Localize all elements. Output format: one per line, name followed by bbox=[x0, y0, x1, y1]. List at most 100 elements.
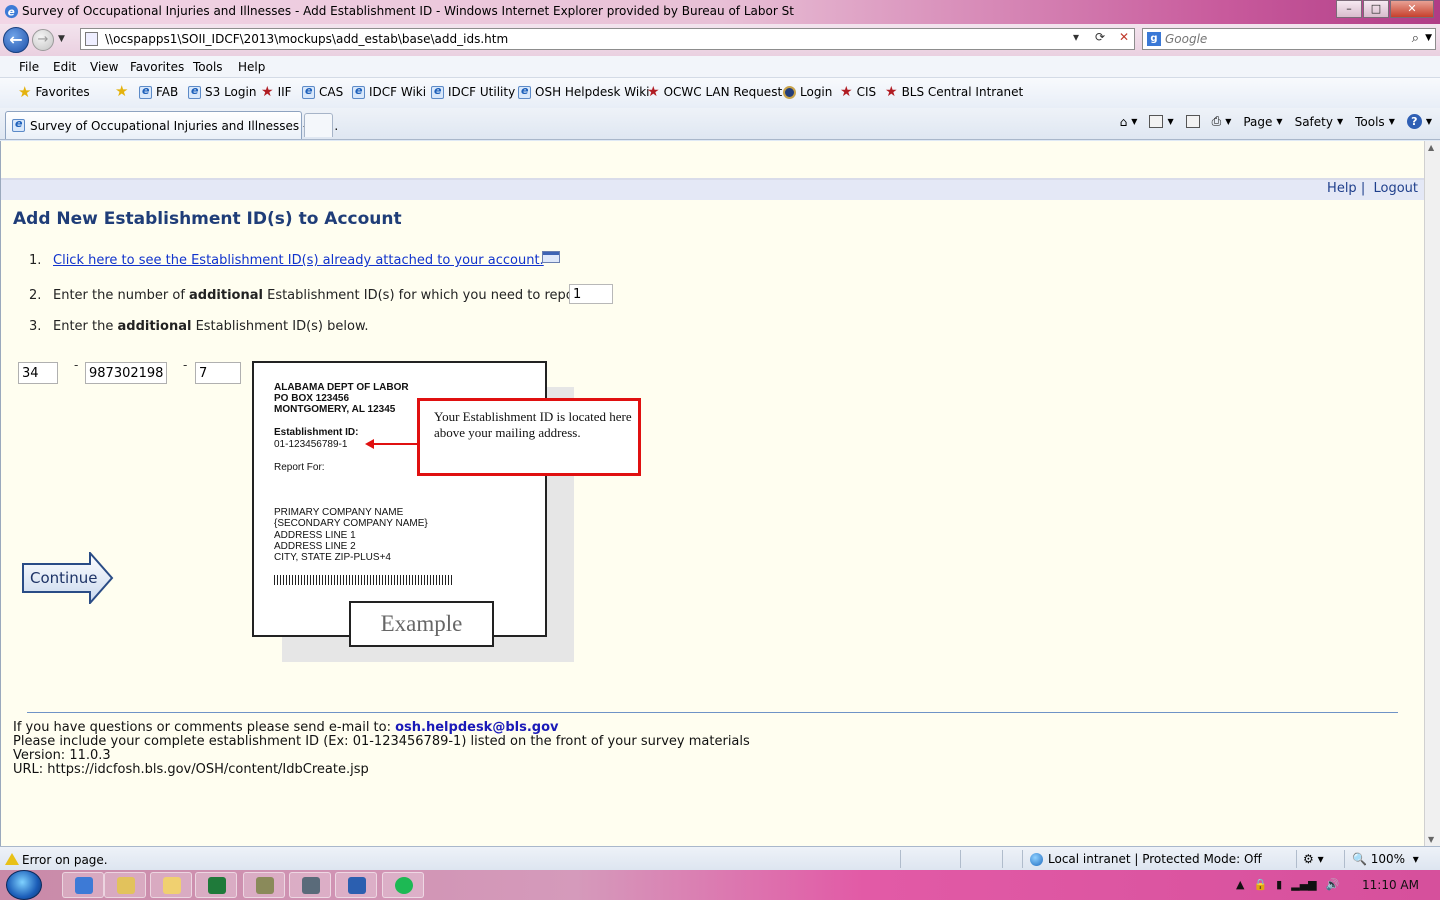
scroll-down-icon[interactable]: ▼ bbox=[1428, 835, 1434, 844]
ie-page-icon bbox=[352, 84, 365, 99]
mail-icon bbox=[1185, 115, 1200, 128]
print-button[interactable]: ⎙ ▼ bbox=[1212, 114, 1232, 129]
ie-page-icon bbox=[188, 84, 201, 99]
navigation-bar: ← → ▼ \\ocspapps1\SOII_IDCF\2013\mockups… bbox=[0, 24, 1440, 56]
menu-bar: File Edit View Favorites Tools Help bbox=[0, 56, 1440, 78]
start-button[interactable] bbox=[6, 870, 42, 900]
svg-text:e: e bbox=[8, 6, 15, 18]
taskbar-excel[interactable] bbox=[195, 872, 237, 898]
taskbar-app-6[interactable] bbox=[289, 872, 331, 898]
favorite-login[interactable]: Login bbox=[783, 85, 832, 99]
read-mail-button[interactable] bbox=[1185, 115, 1200, 128]
favorite-osh-helpdesk-wiki[interactable]: OSH Helpdesk Wiki bbox=[518, 84, 650, 99]
menu-edit[interactable]: Edit bbox=[53, 60, 76, 74]
establishment-id-part2-input[interactable] bbox=[85, 362, 167, 384]
favorite-iif[interactable]: ★ IIF bbox=[261, 85, 292, 100]
menu-file[interactable]: File bbox=[19, 60, 39, 74]
ie-page-icon bbox=[139, 84, 152, 99]
status-bar: Error on page. Local intranet | Protecte… bbox=[0, 846, 1440, 870]
help-link[interactable]: Help bbox=[1327, 181, 1357, 196]
add-favorite-icon[interactable]: ★ bbox=[115, 84, 128, 99]
back-button[interactable]: ← bbox=[3, 27, 29, 53]
signal-icon[interactable]: ▂▄▆ bbox=[1291, 878, 1316, 891]
window-title-bar: e Survey of Occupational Injuries and Il… bbox=[0, 0, 1440, 24]
taskbar-spotify[interactable] bbox=[382, 872, 424, 898]
maximize-button[interactable]: □ bbox=[1363, 0, 1389, 18]
favorites-bar: ★ Favorites ★ FAB S3 Login ★IIF CAS IDCF… bbox=[0, 78, 1440, 108]
forward-button[interactable]: → bbox=[32, 29, 54, 51]
seal-icon bbox=[783, 85, 796, 99]
establishment-id-part3-input[interactable] bbox=[195, 362, 241, 384]
favorite-fab[interactable]: FAB bbox=[139, 84, 178, 99]
scroll-up-icon[interactable]: ▲ bbox=[1428, 143, 1434, 152]
search-box[interactable]: g ⌕ ▼ bbox=[1142, 28, 1436, 50]
taskbar-windows-explorer[interactable] bbox=[104, 872, 146, 898]
show-hidden-icons-icon[interactable]: ▲ bbox=[1236, 878, 1244, 891]
favorite-cis[interactable]: ★ CIS bbox=[840, 85, 876, 100]
example-id-value: 01-123456789-1 bbox=[274, 439, 348, 450]
step-2: 2. Enter the number of additional Establi… bbox=[29, 288, 589, 303]
tools-menu[interactable]: Tools ▼ bbox=[1355, 115, 1395, 129]
favorites-button[interactable]: ★ Favorites bbox=[18, 84, 90, 99]
page-menu[interactable]: Page ▼ bbox=[1243, 115, 1282, 129]
feeds-button[interactable]: ▼ bbox=[1149, 115, 1174, 128]
establishment-id-part1-input[interactable] bbox=[18, 362, 58, 384]
tab-active[interactable]: Survey of Occupational Injuries and Illn… bbox=[5, 111, 338, 139]
additional-id-count-input[interactable] bbox=[569, 284, 613, 304]
favorite-bls-central-intranet[interactable]: ★ BLS Central Intranet bbox=[885, 85, 1023, 100]
volume-icon[interactable]: 🔊 bbox=[1326, 878, 1340, 891]
menu-favorites[interactable]: Favorites bbox=[130, 60, 184, 74]
zoom-level[interactable]: 🔍 100% ▾ bbox=[1352, 852, 1419, 866]
favorite-s3-login[interactable]: S3 Login bbox=[188, 84, 256, 99]
taskbar-outlook[interactable] bbox=[150, 872, 192, 898]
menu-tools[interactable]: Tools bbox=[193, 60, 223, 74]
ie-page-icon bbox=[302, 84, 315, 99]
menu-view[interactable]: View bbox=[90, 60, 118, 74]
view-attached-ids-link[interactable]: Click here to see the Establishment ID(s… bbox=[53, 253, 544, 268]
taskbar-internet-explorer[interactable] bbox=[62, 872, 104, 898]
continue-button[interactable]: Continue bbox=[22, 550, 114, 606]
status-message[interactable]: Error on page. bbox=[22, 853, 108, 867]
search-input[interactable] bbox=[1165, 31, 1405, 47]
security-zone[interactable]: Local intranet | Protected Mode: Off bbox=[1030, 852, 1262, 866]
network-icon[interactable]: ▮ bbox=[1276, 878, 1282, 891]
logout-link[interactable]: Logout bbox=[1373, 181, 1418, 196]
stop-icon[interactable]: ✕ bbox=[1116, 30, 1132, 44]
clock[interactable]: 11:10 AM bbox=[1362, 878, 1419, 892]
address-bar[interactable]: \\ocspapps1\SOII_IDCF\2013\mockups\add_e… bbox=[80, 28, 1135, 50]
search-dropdown-icon[interactable]: ▼ bbox=[1425, 33, 1432, 43]
new-tab-button[interactable] bbox=[304, 113, 333, 137]
minimize-button[interactable]: – bbox=[1336, 0, 1362, 18]
popup-window-icon[interactable] bbox=[542, 251, 560, 263]
close-button[interactable]: ✕ bbox=[1390, 0, 1434, 18]
history-dropdown-icon[interactable]: ▼ bbox=[58, 34, 65, 44]
step-1: 1. Click here to see the Establishment ID… bbox=[29, 253, 544, 268]
footer-divider bbox=[27, 712, 1398, 713]
refresh-icon[interactable]: ⟳ bbox=[1092, 30, 1108, 44]
address-url[interactable]: \\ocspapps1\SOII_IDCF\2013\mockups\add_e… bbox=[105, 32, 508, 46]
footer: If you have questions or comments please… bbox=[13, 720, 750, 777]
rss-feed-icon bbox=[1149, 115, 1164, 128]
taskbar-app-5[interactable] bbox=[243, 872, 285, 898]
taskbar-word[interactable] bbox=[335, 872, 377, 898]
home-button[interactable]: ⌂ ▼ bbox=[1120, 115, 1138, 129]
help-menu[interactable]: ? ▼ bbox=[1406, 114, 1432, 129]
vertical-scrollbar[interactable]: ▲ ▼ bbox=[1424, 141, 1440, 846]
safety-menu[interactable]: Safety ▼ bbox=[1295, 115, 1344, 129]
menu-help[interactable]: Help bbox=[238, 60, 265, 74]
favorite-cas[interactable]: CAS bbox=[302, 84, 343, 99]
lock-icon[interactable]: 🔒 bbox=[1253, 878, 1267, 891]
helpdesk-email-link[interactable]: osh.helpdesk@bls.gov bbox=[395, 720, 558, 735]
callout-arrowhead bbox=[365, 439, 374, 449]
protected-mode-icon[interactable]: ⚙ ▾ bbox=[1303, 852, 1324, 866]
globe-icon bbox=[1030, 852, 1043, 866]
id-dash: - bbox=[183, 358, 188, 372]
page-viewport: Help | Logout Add New Establishment ID(s… bbox=[0, 141, 1424, 846]
example-stamp: Example bbox=[349, 601, 494, 647]
search-icon[interactable]: ⌕ bbox=[1412, 31, 1419, 46]
address-dropdown-icon[interactable]: ▾ bbox=[1068, 30, 1084, 44]
favorite-ocwc-lan-request[interactable]: ★ OCWC LAN Request bbox=[647, 85, 782, 100]
warning-icon[interactable] bbox=[5, 853, 19, 865]
favorite-idcf-wiki[interactable]: IDCF Wiki bbox=[352, 84, 426, 99]
favorite-idcf-utility[interactable]: IDCF Utility bbox=[431, 84, 515, 99]
